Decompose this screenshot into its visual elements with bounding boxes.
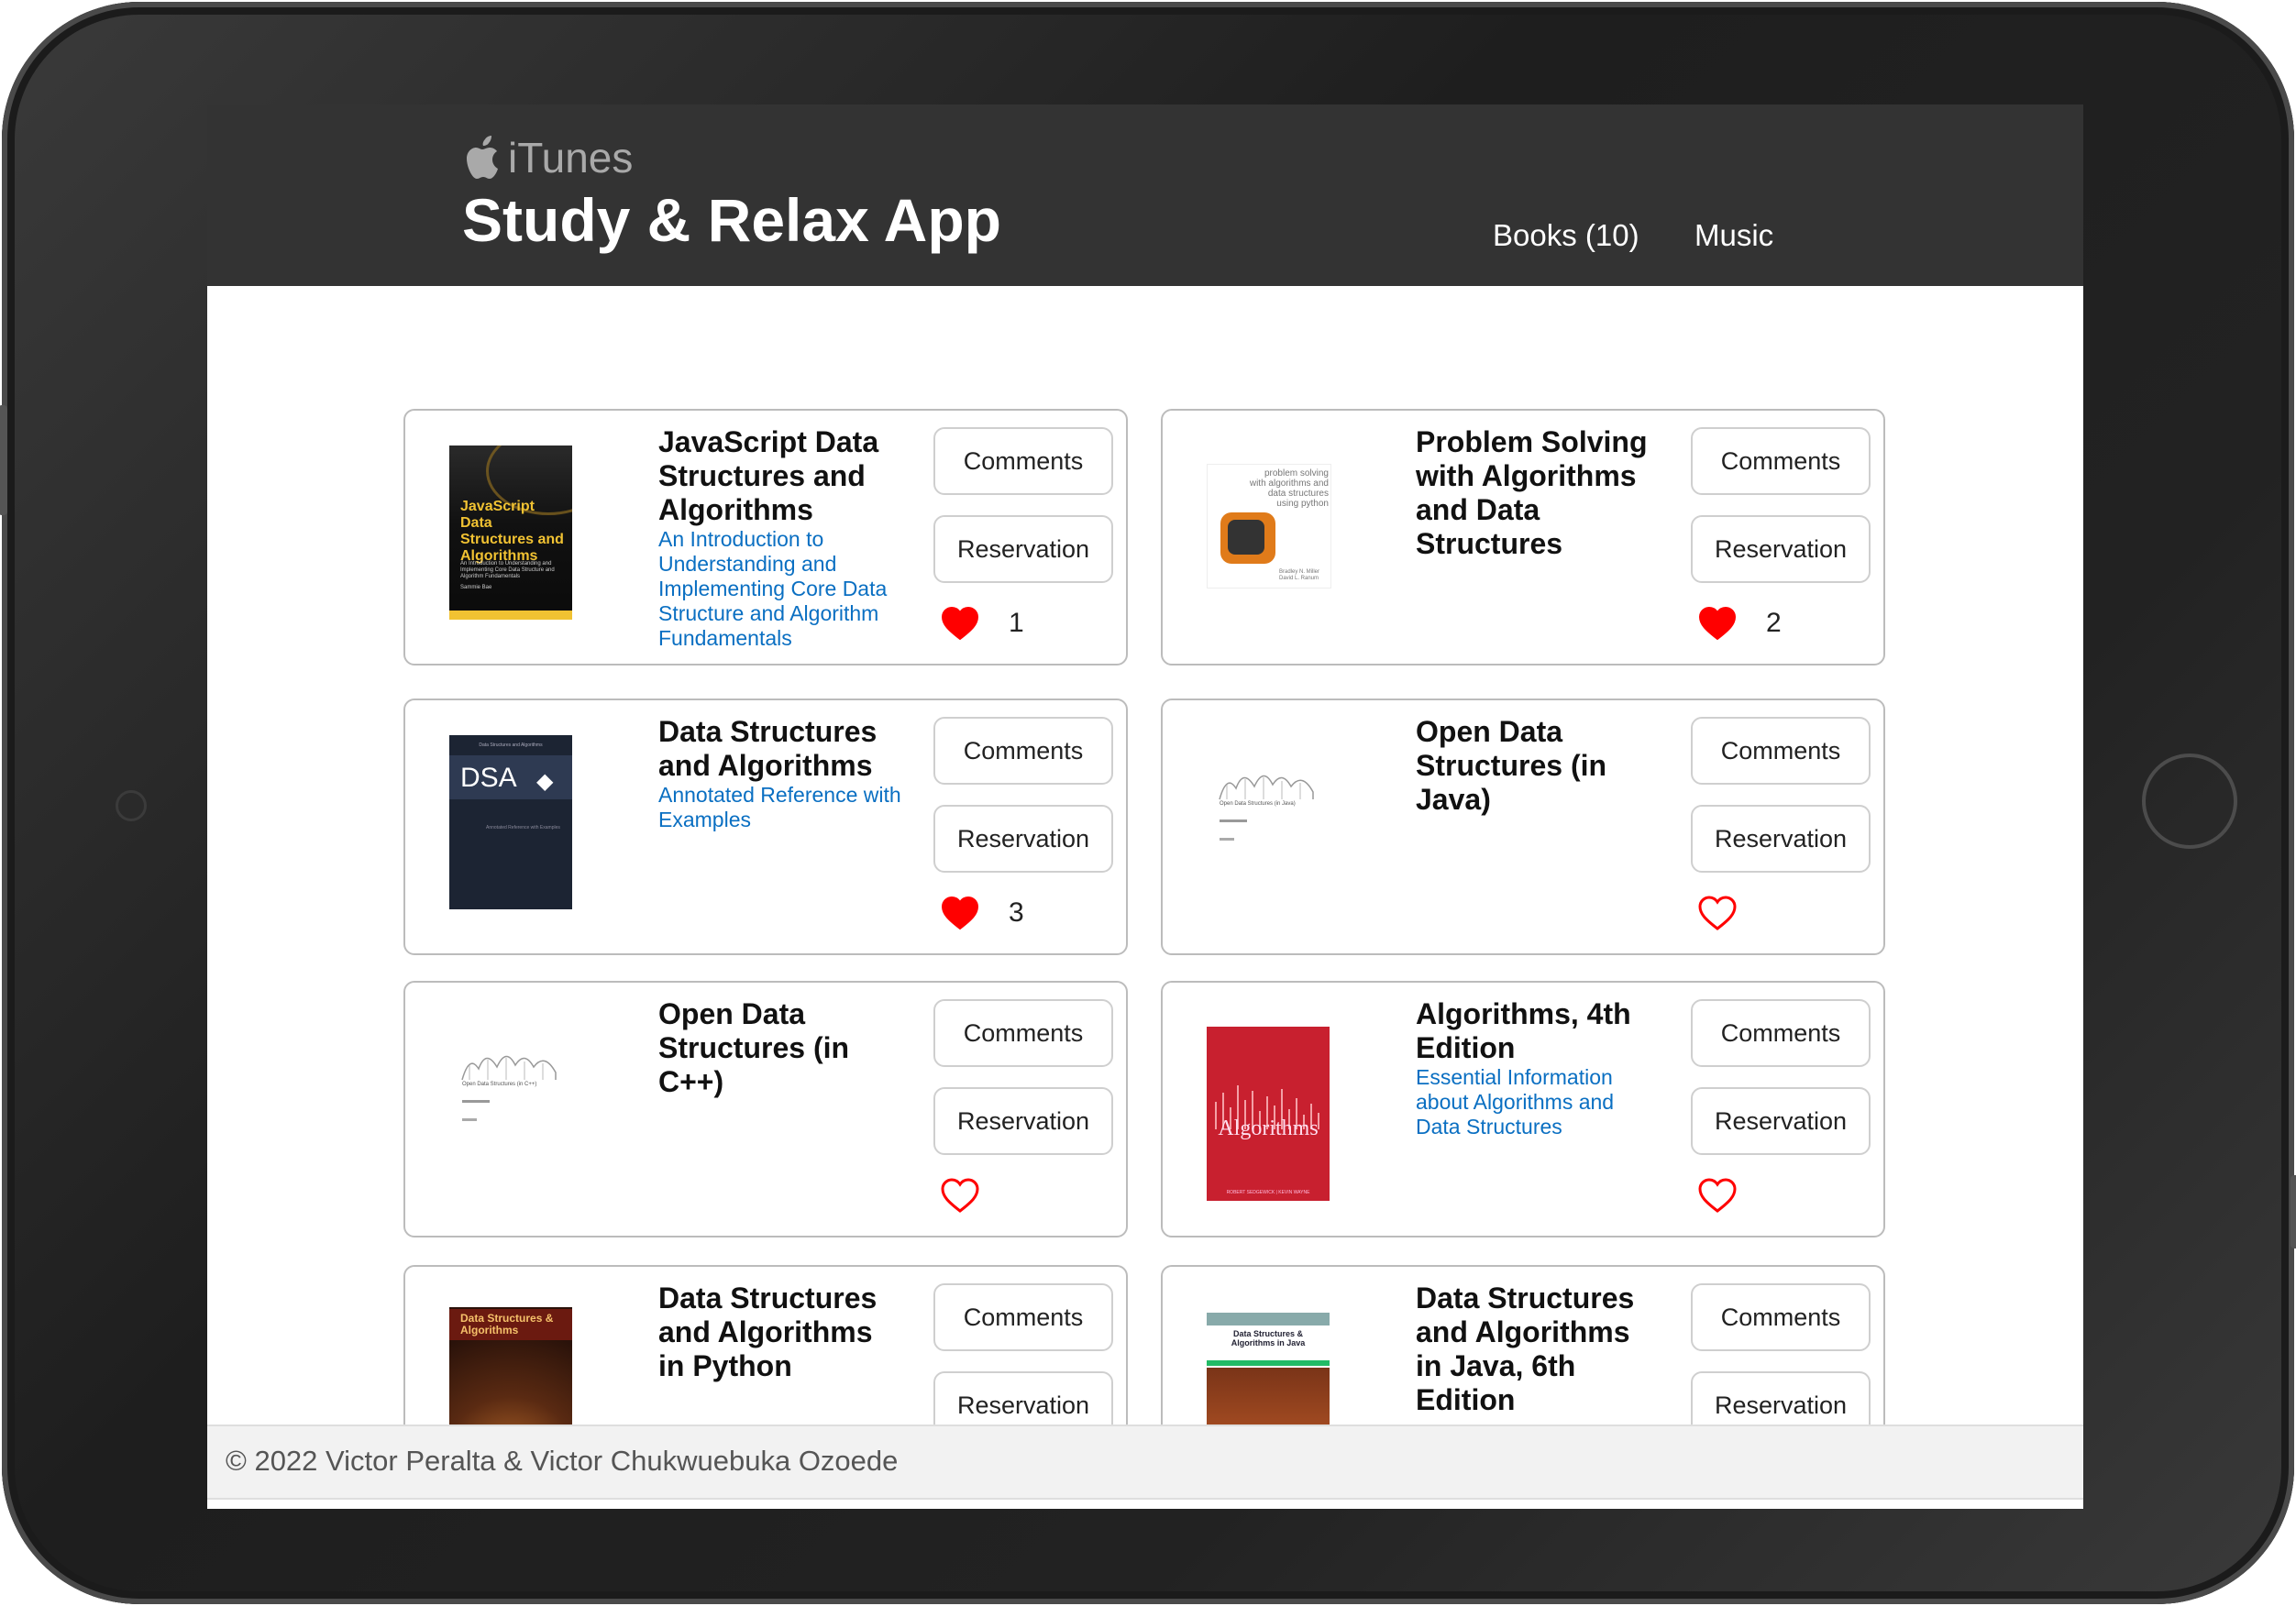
book-info: JavaScript Data Structures and Algorithm… <box>658 425 906 651</box>
apple-logo-icon <box>467 136 498 179</box>
comments-button[interactable]: Comments <box>1691 1283 1871 1351</box>
cover-art: JavaScript Data Structures and Algorithm… <box>449 446 572 620</box>
book-subtitle[interactable]: Annotated Reference with Examples <box>658 783 906 832</box>
comments-button[interactable]: Comments <box>1691 999 1871 1067</box>
cover-art: problem solving with algorithms and data… <box>1207 464 1331 588</box>
like-count: 1 <box>1009 608 1024 638</box>
book-card: Algorithms ROBERT SEDGEWICK | KEVIN WAYNE… <box>1161 981 1885 1238</box>
book-title: Data Structures and Algorithms <box>658 715 878 782</box>
home-button[interactable] <box>2142 754 2237 849</box>
brand-name: iTunes <box>508 134 634 182</box>
book-info: Problem Solving with Algorithms and Data… <box>1416 425 1663 561</box>
book-cover: Open Data Structures (in Java) <box>1207 764 1330 939</box>
book-info: Data Structures and Algorithms in Java, … <box>1416 1282 1663 1417</box>
cover-author: Bradley N. Miller David L. Ranum <box>1279 569 1320 581</box>
cover-art: Algorithms ROBERT SEDGEWICK | KEVIN WAYNE <box>1207 1027 1330 1201</box>
book-card: Data Structures and Algorithms DSA ◆ Annota… <box>403 698 1128 955</box>
heart-icon[interactable] <box>941 895 979 931</box>
cover-title: problem solving with algorithms and data… <box>1249 468 1329 509</box>
like-control <box>1698 895 1737 931</box>
screen: iTunes Study & Relax App Books (10) Musi… <box>207 104 2083 1509</box>
book-card: JavaScript Data Structures and Algorithm… <box>403 409 1128 666</box>
footer: © 2022 Victor Peralta & Victor Chukwuebu… <box>207 1424 2083 1500</box>
cover-title: Open Data Structures (in Java) <box>1220 801 1296 807</box>
reservation-button[interactable]: Reservation <box>933 515 1113 583</box>
reservation-button[interactable]: Reservation <box>1691 805 1871 873</box>
comments-button[interactable]: Comments <box>933 1283 1113 1351</box>
book-title: Open Data Structures (in Java) <box>1416 715 1607 816</box>
comments-button[interactable]: Comments <box>933 999 1113 1067</box>
book-title: Data Structures and Algorithms in Python <box>658 1282 878 1382</box>
volume-button <box>0 405 7 515</box>
cover-author: Sammie Bae <box>460 585 492 590</box>
side-button <box>2290 1175 2296 1248</box>
comments-button[interactable]: Comments <box>1691 717 1871 785</box>
cover-title: Algorithms <box>1218 1116 1319 1140</box>
comments-button[interactable]: Comments <box>1691 427 1871 495</box>
like-control: 1 <box>941 605 1024 642</box>
book-cover: Data Structures and Algorithms DSA ◆ Annota… <box>449 735 572 909</box>
like-control: 2 <box>1698 605 1782 642</box>
nav-books[interactable]: Books (10) <box>1493 218 1639 253</box>
reservation-button[interactable]: Reservation <box>1691 1087 1871 1155</box>
cover-title: Data Structures & Algorithms <box>460 1312 554 1336</box>
cover-title: DSA <box>460 763 517 793</box>
book-info: Algorithms, 4th Edition Essential Inform… <box>1416 997 1663 1139</box>
brand: iTunes <box>462 132 633 183</box>
heart-icon[interactable] <box>1698 1177 1737 1214</box>
cover-art: Data Structures and Algorithms DSA ◆ Annota… <box>449 735 572 909</box>
nav-music[interactable]: Music <box>1694 218 1773 253</box>
heart-icon[interactable] <box>941 1177 979 1214</box>
cover-art: Open Data Structures (in C++) <box>449 1045 572 1219</box>
heart-icon[interactable] <box>1698 605 1737 642</box>
cover-title: Data Structures & Algorithms in Java <box>1231 1329 1306 1348</box>
cover-art: Open Data Structures (in Java) <box>1207 764 1330 939</box>
like-count: 3 <box>1009 897 1024 928</box>
book-info: Open Data Structures (in C++) <box>658 997 906 1099</box>
copyright-text: © 2022 Victor Peralta & Victor Chukwuebu… <box>226 1445 899 1477</box>
like-control <box>941 1177 979 1214</box>
reservation-button[interactable]: Reservation <box>933 1087 1113 1155</box>
book-subtitle[interactable]: Essential Information about Algorithms a… <box>1416 1065 1663 1139</box>
reservation-button[interactable]: Reservation <box>1691 515 1871 583</box>
comments-button[interactable]: Comments <box>933 717 1113 785</box>
book-list[interactable]: JavaScript Data Structures and Algorithm… <box>207 286 2083 1496</box>
book-subtitle[interactable]: An Introduction to Understanding and Imp… <box>658 527 906 651</box>
book-title: Algorithms, 4th Edition <box>1416 997 1631 1064</box>
book-cover: Algorithms ROBERT SEDGEWICK | KEVIN WAYNE <box>1207 1027 1330 1201</box>
cover-top-text: Data Structures and Algorithms <box>479 742 543 748</box>
cover-subtitle: An Introduction to Understanding and Imp… <box>460 561 555 579</box>
book-card: Open Data Structures (in Java) Open Data… <box>1161 698 1885 955</box>
tablet-frame: iTunes Study & Relax App Books (10) Musi… <box>0 2 2296 1604</box>
page-title: Study & Relax App <box>462 186 1001 254</box>
heart-icon[interactable] <box>1698 895 1737 931</box>
book-title: Open Data Structures (in C++) <box>658 997 850 1098</box>
like-count: 2 <box>1766 608 1782 638</box>
book-info: Open Data Structures (in Java) <box>1416 715 1663 817</box>
book-title: JavaScript Data Structures and Algorithm… <box>658 425 879 526</box>
book-card: problem solving with algorithms and data… <box>1161 409 1885 666</box>
book-info: Data Structures and Algorithms Annotated… <box>658 715 906 832</box>
camera-icon <box>116 790 147 821</box>
book-info: Data Structures and Algorithms in Python <box>658 1282 906 1383</box>
book-title: Problem Solving with Algorithms and Data… <box>1416 425 1648 560</box>
book-title: Data Structures and Algorithms in Java, … <box>1416 1282 1635 1416</box>
book-cover: Open Data Structures (in C++) <box>449 1045 572 1219</box>
like-control <box>1698 1177 1737 1214</box>
book-cover: problem solving with algorithms and data… <box>1207 464 1331 588</box>
cover-author: ROBERT SEDGEWICK | KEVIN WAYNE <box>1226 1190 1310 1195</box>
book-card: Open Data Structures (in C++) Open Data … <box>403 981 1128 1238</box>
reservation-button[interactable]: Reservation <box>933 805 1113 873</box>
comments-button[interactable]: Comments <box>933 427 1113 495</box>
like-control: 3 <box>941 895 1024 931</box>
app-header: iTunes Study & Relax App Books (10) Musi… <box>207 104 2083 286</box>
cover-subtitle: Annotated Reference with Examples <box>486 825 560 830</box>
cover-title: Open Data Structures (in C++) <box>462 1082 537 1087</box>
book-cover: JavaScript Data Structures and Algorithm… <box>449 446 572 620</box>
cover-title: JavaScript Data Structures and Algorithm… <box>460 499 564 564</box>
heart-icon[interactable] <box>941 605 979 642</box>
